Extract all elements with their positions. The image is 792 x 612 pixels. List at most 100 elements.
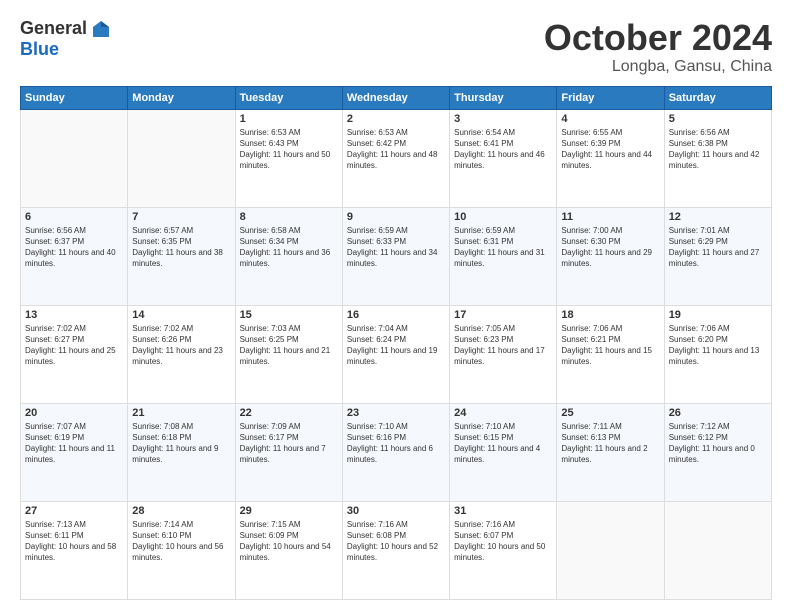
calendar-day-cell: 16 Sunrise: 7:04 AM Sunset: 6:24 PM Dayli… [342, 305, 449, 403]
logo: General Blue [20, 18, 111, 60]
day-number: 6 [25, 211, 123, 223]
calendar-day-cell: 28 Sunrise: 7:14 AM Sunset: 6:10 PM Dayli… [128, 501, 235, 599]
day-number: 23 [347, 407, 445, 419]
logo-blue-text: Blue [20, 39, 59, 60]
calendar-week-row: 13Sunrise: 7:02 AM Sunset: 6:27 PM Dayli… [21, 305, 772, 403]
weekday-header: Sunday [21, 86, 128, 109]
calendar-week-row: 1 Sunrise: 6:53 AM Sunset: 6:43 PM Daylig… [21, 109, 772, 207]
day-info: Sunrise: 6:53 AM Sunset: 6:42 PM Dayligh… [347, 128, 438, 171]
calendar-day-cell: 29Sunrise: 7:15 AM Sunset: 6:09 PM Dayli… [235, 501, 342, 599]
calendar-day-cell [664, 501, 771, 599]
calendar-day-cell: 21Sunrise: 7:08 AM Sunset: 6:18 PM Dayli… [128, 403, 235, 501]
calendar-day-cell: 7 Sunrise: 6:57 AM Sunset: 6:35 PM Daylig… [128, 207, 235, 305]
calendar-day-cell: 2 Sunrise: 6:53 AM Sunset: 6:42 PM Daylig… [342, 109, 449, 207]
day-number: 26 [669, 407, 767, 419]
calendar-header-row: SundayMondayTuesdayWednesdayThursdayFrid… [21, 86, 772, 109]
day-info: Sunrise: 7:06 AM Sunset: 6:21 PM Dayligh… [561, 324, 652, 367]
day-info: Sunrise: 6:53 AM Sunset: 6:43 PM Dayligh… [240, 128, 331, 171]
day-info: Sunrise: 7:02 AM Sunset: 6:26 PM Dayligh… [132, 324, 223, 367]
day-number: 3 [454, 113, 552, 125]
calendar-day-cell [557, 501, 664, 599]
day-number: 18 [561, 309, 659, 321]
calendar-day-cell: 14 Sunrise: 7:02 AM Sunset: 6:26 PM Dayli… [128, 305, 235, 403]
calendar-day-cell: 9 Sunrise: 6:59 AM Sunset: 6:33 PM Daylig… [342, 207, 449, 305]
calendar-day-cell: 24 Sunrise: 7:10 AM Sunset: 6:15 PM Dayli… [450, 403, 557, 501]
day-number: 19 [669, 309, 767, 321]
day-number: 9 [347, 211, 445, 223]
weekday-header: Thursday [450, 86, 557, 109]
location: Longba, Gansu, China [544, 58, 772, 76]
day-number: 22 [240, 407, 338, 419]
calendar-day-cell: 10 Sunrise: 6:59 AM Sunset: 6:31 PM Dayli… [450, 207, 557, 305]
calendar-day-cell: 27Sunrise: 7:13 AM Sunset: 6:11 PM Dayli… [21, 501, 128, 599]
header: General Blue October 2024 Longba, Gansu,… [20, 18, 772, 76]
weekday-header: Monday [128, 86, 235, 109]
day-info: Sunrise: 7:01 AM Sunset: 6:29 PM Dayligh… [669, 226, 760, 269]
day-number: 14 [132, 309, 230, 321]
day-info: Sunrise: 7:15 AM Sunset: 6:09 PM Dayligh… [240, 520, 331, 563]
calendar-day-cell: 30 Sunrise: 7:16 AM Sunset: 6:08 PM Dayli… [342, 501, 449, 599]
day-info: Sunrise: 7:04 AM Sunset: 6:24 PM Dayligh… [347, 324, 438, 367]
calendar-day-cell: 1 Sunrise: 6:53 AM Sunset: 6:43 PM Daylig… [235, 109, 342, 207]
day-number: 30 [347, 505, 445, 517]
day-number: 17 [454, 309, 552, 321]
day-number: 28 [132, 505, 230, 517]
day-info: Sunrise: 6:57 AM Sunset: 6:35 PM Dayligh… [132, 226, 223, 269]
logo-general-text: General [20, 18, 87, 39]
day-info: Sunrise: 7:06 AM Sunset: 6:20 PM Dayligh… [669, 324, 760, 367]
day-info: Sunrise: 7:13 AM Sunset: 6:11 PM Dayligh… [25, 520, 116, 563]
calendar-day-cell: 12 Sunrise: 7:01 AM Sunset: 6:29 PM Dayli… [664, 207, 771, 305]
day-number: 20 [25, 407, 123, 419]
calendar-week-row: 20Sunrise: 7:07 AM Sunset: 6:19 PM Dayli… [21, 403, 772, 501]
calendar-day-cell [128, 109, 235, 207]
calendar-day-cell: 13Sunrise: 7:02 AM Sunset: 6:27 PM Dayli… [21, 305, 128, 403]
day-number: 11 [561, 211, 659, 223]
calendar-day-cell: 15 Sunrise: 7:03 AM Sunset: 6:25 PM Dayli… [235, 305, 342, 403]
calendar-day-cell: 8 Sunrise: 6:58 AM Sunset: 6:34 PM Daylig… [235, 207, 342, 305]
day-info: Sunrise: 7:16 AM Sunset: 6:07 PM Dayligh… [454, 520, 545, 563]
day-info: Sunrise: 6:56 AM Sunset: 6:37 PM Dayligh… [25, 226, 116, 269]
day-number: 13 [25, 309, 123, 321]
day-info: Sunrise: 7:10 AM Sunset: 6:16 PM Dayligh… [347, 422, 433, 465]
day-number: 16 [347, 309, 445, 321]
weekday-header: Wednesday [342, 86, 449, 109]
day-number: 8 [240, 211, 338, 223]
day-number: 24 [454, 407, 552, 419]
day-number: 15 [240, 309, 338, 321]
day-number: 31 [454, 505, 552, 517]
day-info: Sunrise: 7:03 AM Sunset: 6:25 PM Dayligh… [240, 324, 331, 367]
day-info: Sunrise: 6:55 AM Sunset: 6:39 PM Dayligh… [561, 128, 652, 171]
calendar-day-cell: 25Sunrise: 7:11 AM Sunset: 6:13 PM Dayli… [557, 403, 664, 501]
calendar-day-cell: 17 Sunrise: 7:05 AM Sunset: 6:23 PM Dayli… [450, 305, 557, 403]
day-info: Sunrise: 6:58 AM Sunset: 6:34 PM Dayligh… [240, 226, 331, 269]
day-number: 4 [561, 113, 659, 125]
calendar-table: SundayMondayTuesdayWednesdayThursdayFrid… [20, 86, 772, 600]
day-number: 10 [454, 211, 552, 223]
weekday-header: Friday [557, 86, 664, 109]
day-info: Sunrise: 6:59 AM Sunset: 6:33 PM Dayligh… [347, 226, 438, 269]
calendar-week-row: 27Sunrise: 7:13 AM Sunset: 6:11 PM Dayli… [21, 501, 772, 599]
day-number: 12 [669, 211, 767, 223]
calendar-day-cell: 23 Sunrise: 7:10 AM Sunset: 6:16 PM Dayli… [342, 403, 449, 501]
calendar-day-cell: 19 Sunrise: 7:06 AM Sunset: 6:20 PM Dayli… [664, 305, 771, 403]
day-info: Sunrise: 7:11 AM Sunset: 6:13 PM Dayligh… [561, 422, 647, 465]
day-number: 7 [132, 211, 230, 223]
day-info: Sunrise: 7:00 AM Sunset: 6:30 PM Dayligh… [561, 226, 652, 269]
calendar-day-cell: 31 Sunrise: 7:16 AM Sunset: 6:07 PM Dayli… [450, 501, 557, 599]
weekday-header: Tuesday [235, 86, 342, 109]
day-info: Sunrise: 6:59 AM Sunset: 6:31 PM Dayligh… [454, 226, 545, 269]
weekday-header: Saturday [664, 86, 771, 109]
calendar-day-cell: 20Sunrise: 7:07 AM Sunset: 6:19 PM Dayli… [21, 403, 128, 501]
day-info: Sunrise: 7:08 AM Sunset: 6:18 PM Dayligh… [132, 422, 218, 465]
day-info: Sunrise: 6:54 AM Sunset: 6:41 PM Dayligh… [454, 128, 545, 171]
day-info: Sunrise: 7:14 AM Sunset: 6:10 PM Dayligh… [132, 520, 223, 563]
logo-icon [91, 19, 111, 39]
day-info: Sunrise: 7:12 AM Sunset: 6:12 PM Dayligh… [669, 422, 755, 465]
day-number: 1 [240, 113, 338, 125]
calendar-day-cell: 11 Sunrise: 7:00 AM Sunset: 6:30 PM Dayli… [557, 207, 664, 305]
day-info: Sunrise: 7:05 AM Sunset: 6:23 PM Dayligh… [454, 324, 545, 367]
title-block: October 2024 Longba, Gansu, China [544, 18, 772, 76]
day-info: Sunrise: 7:10 AM Sunset: 6:15 PM Dayligh… [454, 422, 540, 465]
day-number: 2 [347, 113, 445, 125]
day-info: Sunrise: 7:16 AM Sunset: 6:08 PM Dayligh… [347, 520, 438, 563]
